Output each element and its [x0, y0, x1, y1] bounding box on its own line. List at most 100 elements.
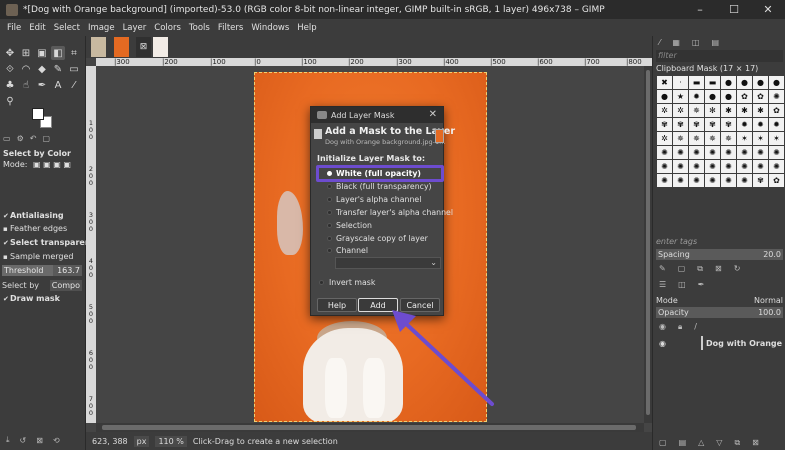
brush-preset-icon[interactable]: ●	[721, 90, 736, 103]
draw-mask-option[interactable]: ✔Draw mask	[3, 294, 60, 303]
vertical-scrollbar[interactable]	[644, 66, 652, 423]
images-tab-icon[interactable]: ▢	[42, 134, 50, 146]
sample-merged-option[interactable]: ▪ Sample merged	[3, 252, 73, 261]
lock-alpha-icon[interactable]: /	[694, 322, 697, 332]
fonts-tab-icon[interactable]: ◫	[692, 38, 700, 47]
image-tab-3[interactable]: ⊠	[136, 37, 151, 57]
brush-preset-icon[interactable]: ✾	[657, 118, 672, 131]
menu-layer[interactable]: Layer	[123, 23, 147, 33]
delete-brush-icon[interactable]: ⊠	[715, 264, 722, 274]
menu-filters[interactable]: Filters	[218, 23, 243, 33]
raise-layer-icon[interactable]: △	[698, 438, 704, 448]
bucket-fill-tool-icon[interactable]: ◆	[35, 62, 49, 76]
brush-preset-icon[interactable]: ✱	[721, 104, 736, 117]
brush-preset-icon[interactable]: ✱	[737, 104, 752, 117]
delete-options-icon[interactable]: ⊠	[36, 436, 43, 445]
brush-preset-icon[interactable]: ✿	[753, 90, 768, 103]
brush-preset-icon[interactable]: ✵	[673, 132, 688, 145]
brush-tags-input[interactable]: enter tags	[656, 236, 783, 248]
brush-preset-icon[interactable]: ✺	[753, 146, 768, 159]
align-tool-icon[interactable]: ⊞	[19, 46, 33, 60]
invert-mask-checkbox[interactable]: Invert mask	[319, 278, 375, 287]
menu-edit[interactable]: Edit	[29, 23, 45, 33]
visibility-icon[interactable]: ◉	[659, 322, 666, 332]
restore-options-icon[interactable]: ↺	[20, 436, 27, 445]
vertical-scroll-thumb[interactable]	[646, 70, 650, 415]
brush-preset-icon[interactable]: ▬	[705, 76, 720, 89]
device-status-tab-icon[interactable]: ⚙	[17, 134, 24, 146]
clone-tool-icon[interactable]: ♣	[3, 78, 17, 92]
brush-preset-icon[interactable]: ✺	[721, 174, 736, 187]
refresh-brushes-icon[interactable]: ↻	[734, 264, 741, 274]
radio-black-full-transparency[interactable]: Black (full transparency)	[327, 182, 432, 191]
layer-name[interactable]: Dog with Orange b	[706, 339, 785, 348]
brush-preset-icon[interactable]: ✹	[689, 90, 704, 103]
crop-tool-icon[interactable]: ⌗	[67, 46, 81, 60]
brush-preset-icon[interactable]: ✺	[673, 174, 688, 187]
text-tool-icon[interactable]: A	[51, 78, 65, 92]
brush-preset-icon[interactable]: ✺	[769, 90, 784, 103]
smudge-tool-icon[interactable]: ☝	[19, 78, 33, 92]
radio-grayscale-copy[interactable]: Grayscale copy of layer	[327, 234, 428, 243]
help-button[interactable]: Help	[317, 298, 357, 312]
brush-preset-icon[interactable]: ✺	[705, 174, 720, 187]
brush-preset-icon[interactable]: ▬	[689, 76, 704, 89]
color-picker-tool-icon[interactable]: ⁄	[67, 78, 81, 92]
edit-brush-icon[interactable]: ✎	[659, 264, 666, 274]
brush-preset-icon[interactable]: ✖	[657, 76, 672, 89]
brush-preset-icon[interactable]: ✾	[673, 118, 688, 131]
move-tool-icon[interactable]: ✥	[3, 46, 17, 60]
brush-preset-icon[interactable]: ●	[737, 76, 752, 89]
warp-tool-icon[interactable]: ◠	[19, 62, 33, 76]
select-transparent-option[interactable]: ✔Select transparent	[3, 238, 94, 247]
new-brush-icon[interactable]: ▢	[678, 264, 686, 274]
eraser-tool-icon[interactable]: ▭	[67, 62, 81, 76]
brush-preset-icon[interactable]: ✺	[737, 146, 752, 159]
layer-row[interactable]: ◉ Dog with Orange b	[653, 334, 785, 352]
brush-preset-icon[interactable]: ✺	[673, 160, 688, 173]
brush-preset-icon[interactable]: ●	[769, 76, 784, 89]
brush-preset-icon[interactable]: ✿	[769, 104, 784, 117]
new-layer-icon[interactable]: ▢	[659, 438, 667, 448]
brush-preset-icon[interactable]: ✺	[689, 160, 704, 173]
horizontal-scrollbar[interactable]	[96, 423, 644, 432]
radio-channel[interactable]: Channel	[327, 246, 368, 255]
brush-preset-icon[interactable]: ✾	[705, 118, 720, 131]
zoom-dropdown[interactable]: 110 %	[155, 435, 187, 447]
image-tab-2[interactable]	[114, 37, 129, 57]
mode-replace-icon[interactable]: ▣ ▣ ▣ ▣	[33, 160, 71, 169]
layer-visibility-icon[interactable]: ◉	[659, 339, 666, 348]
foreground-color[interactable]	[32, 108, 44, 120]
brush-preset-icon[interactable]: ✱	[753, 104, 768, 117]
brush-preset-icon[interactable]: ✺	[673, 146, 688, 159]
brush-preset-icon[interactable]: ✺	[737, 174, 752, 187]
brush-preset-icon[interactable]: ✶	[769, 132, 784, 145]
brush-preset-icon[interactable]: ✵	[721, 132, 736, 145]
maximize-button[interactable]: ☐	[717, 3, 751, 16]
brush-preset-icon[interactable]: ✹	[737, 118, 752, 131]
brush-preset-icon[interactable]: ✺	[721, 146, 736, 159]
menu-colors[interactable]: Colors	[154, 23, 181, 33]
antialiasing-option[interactable]: ✔Antialiasing	[3, 211, 64, 220]
brush-preset-icon[interactable]: ✲	[657, 132, 672, 145]
brush-preset-icon[interactable]: ●	[705, 90, 720, 103]
radio-white-full-opacity[interactable]: White (full opacity)	[327, 169, 421, 178]
patterns-tab-icon[interactable]: ▦	[672, 38, 680, 47]
brush-preset-icon[interactable]: ✺	[657, 174, 672, 187]
brush-preset-icon[interactable]: ✺	[705, 160, 720, 173]
paths-tool-icon[interactable]: ✒	[35, 78, 49, 92]
layers-tab-icon[interactable]: ☰	[659, 280, 666, 289]
brush-preset-icon[interactable]: ✻	[705, 104, 720, 117]
brush-preset-icon[interactable]: ●	[721, 76, 736, 89]
brush-preset-icon[interactable]: ✺	[753, 160, 768, 173]
brush-preset-icon[interactable]: ✺	[737, 160, 752, 173]
brush-preset-icon[interactable]: ✶	[737, 132, 752, 145]
image-tab-4[interactable]	[153, 37, 168, 57]
brush-preset-icon[interactable]: ✲	[673, 104, 688, 117]
menu-select[interactable]: Select	[54, 23, 80, 33]
radio-layer-alpha[interactable]: Layer's alpha channel	[327, 195, 421, 204]
brushes-tab-icon[interactable]: ⁄	[659, 38, 660, 47]
brush-preset-icon[interactable]: ✵	[689, 132, 704, 145]
horizontal-scroll-thumb[interactable]	[102, 425, 636, 430]
brush-preset-icon[interactable]: ★	[673, 90, 688, 103]
